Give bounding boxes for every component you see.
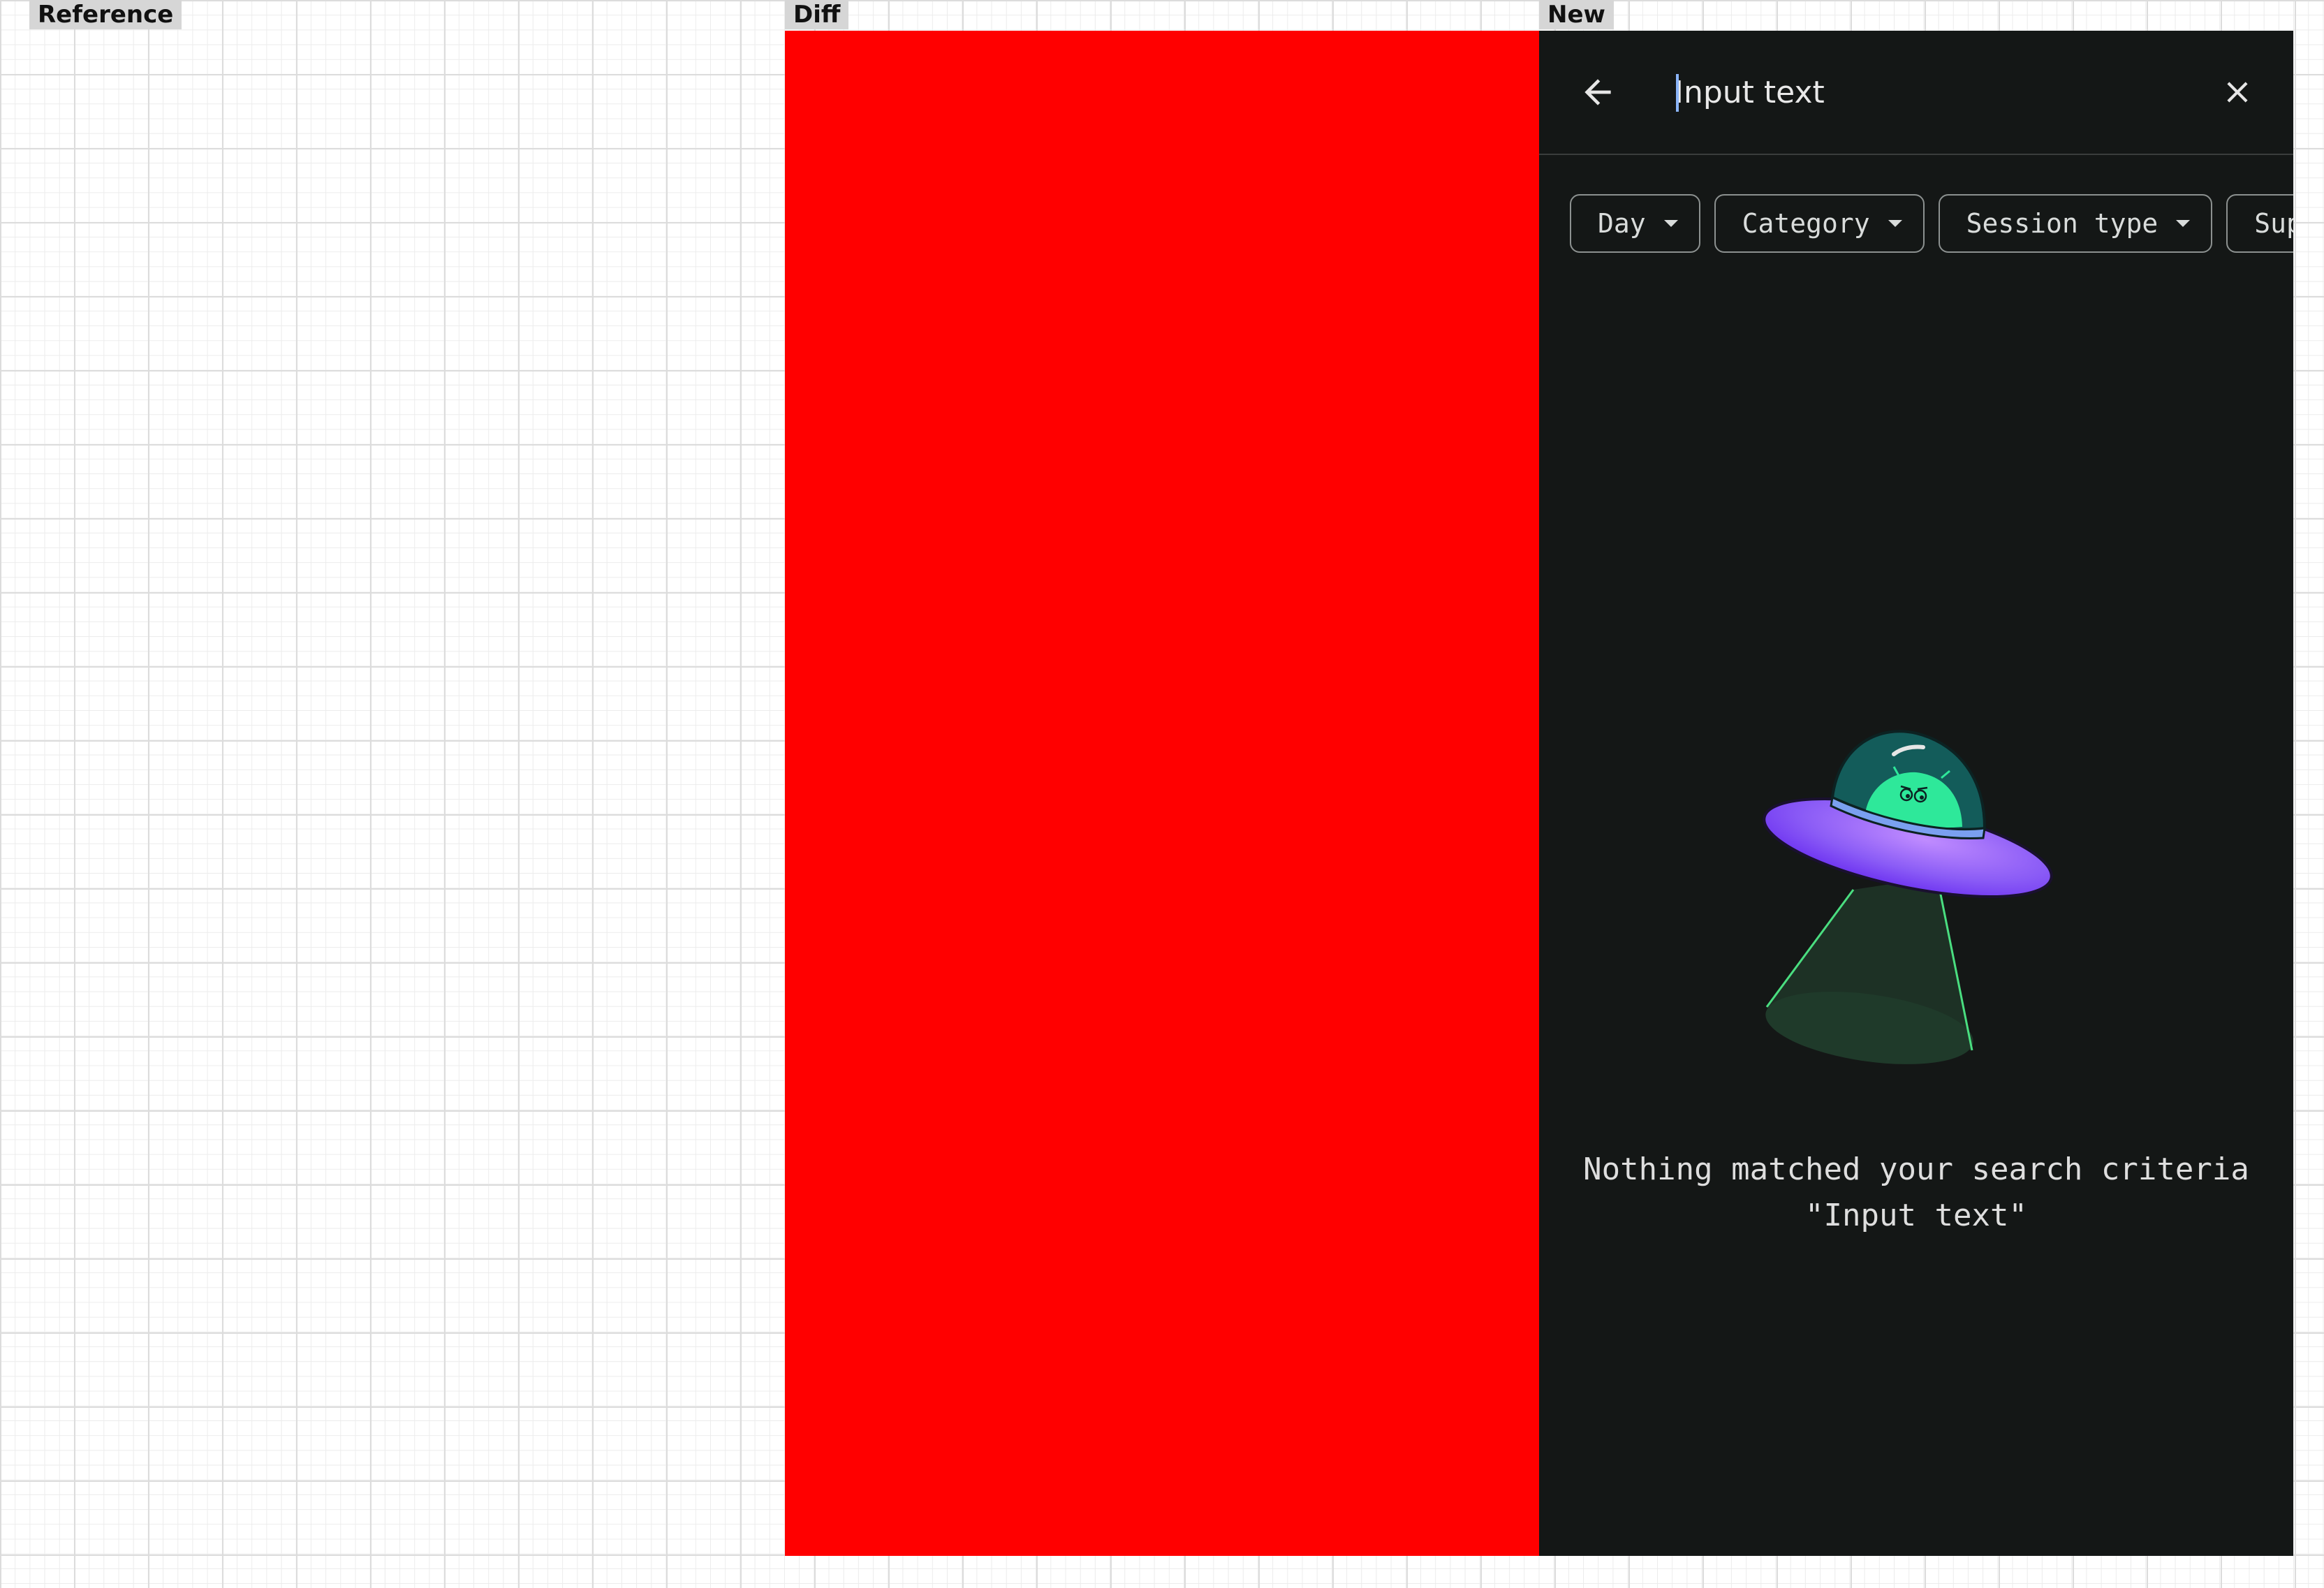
filter-chip-session-type[interactable]: Session type: [1938, 194, 2213, 253]
filter-chip-day[interactable]: Day: [1570, 194, 1700, 253]
back-button[interactable]: [1564, 59, 1631, 126]
dropdown-arrow-icon: [2176, 220, 2191, 227]
search-app-bar: [1539, 31, 2293, 155]
diff-panel-label: Diff: [785, 0, 849, 29]
text-caret: [1676, 74, 1679, 112]
empty-state-message: Nothing matched your search criteria "In…: [1583, 1152, 2249, 1233]
diff-panel: [785, 31, 1539, 1556]
reference-panel-label: Reference: [29, 0, 182, 29]
close-icon: [2227, 82, 2248, 103]
ufo-illustration: [1763, 730, 2053, 1064]
filter-chip-label: Supp: [2254, 208, 2293, 239]
filter-chip-support[interactable]: Supp: [2226, 194, 2293, 253]
dropdown-arrow-icon: [1663, 220, 1678, 227]
filter-chips: Day Category Session type Supp: [1570, 194, 2293, 256]
search-input[interactable]: [1675, 64, 2163, 120]
filter-chip-label: Category: [1742, 208, 1870, 239]
filter-chip-category[interactable]: Category: [1714, 194, 1925, 253]
dropdown-arrow-icon: [1888, 220, 1902, 227]
search-screen: Day Category Session type Supp: [1539, 31, 2293, 1556]
arrow-left-icon: [1584, 79, 1611, 105]
filter-chip-label: Day: [1598, 208, 1646, 239]
new-panel-label: New: [1539, 0, 1614, 29]
filter-chip-label: Session type: [1966, 208, 2158, 239]
clear-search-button[interactable]: [2204, 59, 2271, 126]
